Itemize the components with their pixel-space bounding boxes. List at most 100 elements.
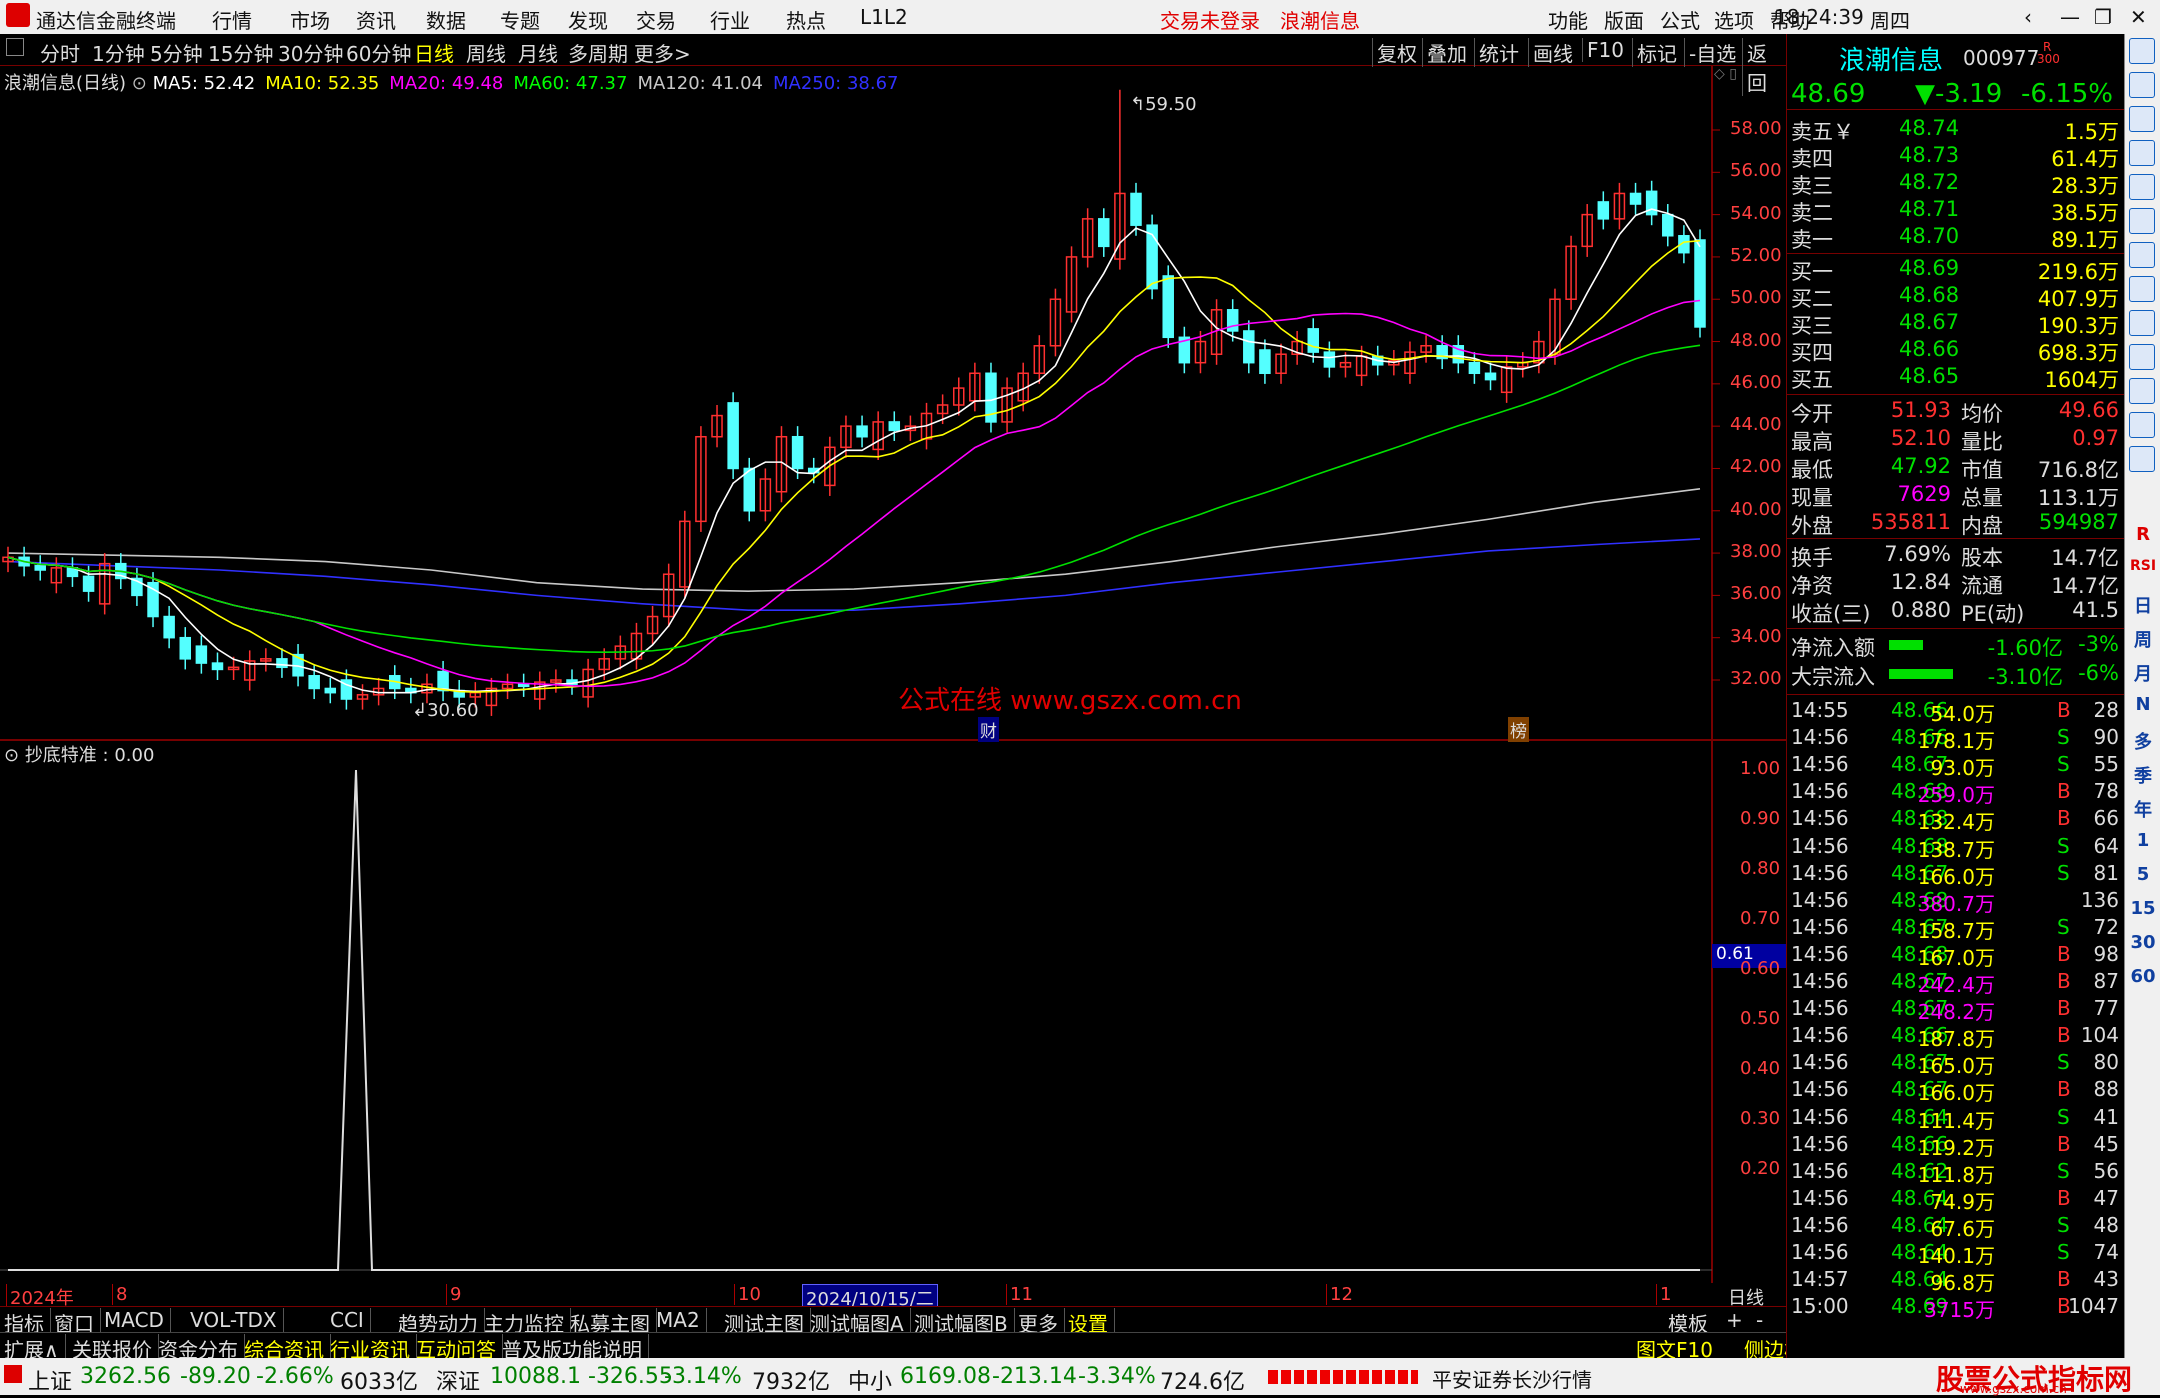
collapse-icon[interactable]: [2129, 38, 2155, 64]
period-8[interactable]: 月线: [518, 38, 558, 67]
menu-6[interactable]: 交易: [636, 5, 676, 34]
fz-icon[interactable]: [2129, 412, 2155, 438]
candles-icon[interactable]: [2129, 242, 2155, 268]
search-icon[interactable]: [2129, 446, 2155, 472]
tool-6[interactable]: -自选: [1684, 38, 1736, 67]
kline-chart[interactable]: [0, 66, 1786, 1283]
period-10[interactable]: 更多>: [634, 38, 691, 67]
menu-3[interactable]: 数据: [426, 5, 466, 34]
menu-0[interactable]: 行情: [212, 5, 252, 34]
right-menu-1[interactable]: 版面: [1604, 5, 1644, 34]
right-menu-3[interactable]: 选项: [1714, 5, 1754, 34]
menu-2[interactable]: 资讯: [356, 5, 396, 34]
right-menu-0[interactable]: 功能: [1548, 5, 1588, 34]
menu-8[interactable]: 热点: [786, 5, 826, 34]
template-btn-1[interactable]: +: [1726, 1308, 1743, 1332]
tick-side: S: [2057, 752, 2070, 777]
index-icon: [4, 1365, 22, 1383]
down-arrow-icon[interactable]: [2129, 106, 2155, 132]
trend-icon[interactable]: [2129, 208, 2155, 234]
menu-4[interactable]: 专题: [500, 5, 540, 34]
back-arrow-icon[interactable]: ‹: [2024, 5, 2032, 29]
indicator-tab-4[interactable]: CCI: [330, 1308, 371, 1332]
period-7[interactable]: 周线: [466, 38, 506, 67]
sell-level-5: 卖五￥ 48.74 1.5万: [1787, 116, 2125, 144]
rank-marker[interactable]: 榜: [1508, 717, 1529, 742]
period-5[interactable]: 60分钟: [346, 38, 411, 67]
indicator-tab-3[interactable]: VOL-TDX: [190, 1308, 284, 1332]
tool-4[interactable]: F10: [1582, 38, 1624, 62]
tick-count: 90: [2093, 725, 2119, 750]
right-menu-2[interactable]: 公式: [1660, 5, 1700, 34]
sh-value: 3262.56: [80, 1364, 171, 1389]
period-2[interactable]: 5分钟: [150, 38, 203, 67]
minimize-icon[interactable]: —: [2060, 5, 2080, 29]
chart-icon[interactable]: [2129, 140, 2155, 166]
list-icon[interactable]: [2129, 174, 2155, 200]
up-arrow-icon[interactable]: [2129, 72, 2155, 98]
sidebar-btn-3[interactable]: 周: [2129, 626, 2157, 652]
sell-level-5-price: 48.74: [1899, 116, 1960, 140]
sh-name[interactable]: 上证: [28, 1364, 72, 1396]
ma60-line: [7, 344, 1701, 654]
candle-body: [179, 636, 192, 660]
sidebar-btn-6[interactable]: 多: [2129, 728, 2157, 754]
period-3[interactable]: 15分钟: [208, 38, 273, 67]
indicator-tab-2[interactable]: MACD: [104, 1308, 171, 1332]
buy-level-4-price: 48.66: [1899, 337, 1960, 361]
sell-level-4-vol: 61.4万: [2051, 147, 2119, 171]
restore-icon[interactable]: ❐: [2094, 5, 2112, 29]
candle-body: [1662, 213, 1674, 237]
sz-name[interactable]: 深证: [436, 1364, 480, 1396]
sidebar-btn-1[interactable]: RSI: [2129, 558, 2157, 574]
period-0[interactable]: 分时: [40, 38, 80, 67]
menu-5[interactable]: 发现: [568, 5, 608, 34]
menu-7[interactable]: 行业: [710, 5, 750, 34]
sidebar-btn-11[interactable]: 15: [2129, 898, 2157, 919]
indicator-tab-8[interactable]: MA2: [656, 1308, 707, 1332]
zx-name[interactable]: 中小: [848, 1364, 892, 1396]
stat-label: 均价: [1961, 402, 2003, 426]
tick-vol: 259.0万: [1917, 783, 1995, 808]
tool-0[interactable]: 复权: [1372, 38, 1417, 67]
stat-label: 流通: [1961, 574, 2003, 598]
close-icon[interactable]: ✕: [2130, 5, 2147, 29]
indicator-toggle-icon[interactable]: ⊙: [4, 745, 25, 766]
collapse-icon[interactable]: [6, 38, 24, 56]
template-btn-2[interactable]: -: [1756, 1308, 1763, 1332]
period-6[interactable]: 日线: [414, 38, 454, 67]
sidebar-btn-7[interactable]: 季: [2129, 762, 2157, 788]
price-tick: 58.00: [1730, 118, 1782, 139]
sell-level-3-label: 卖三: [1791, 174, 1833, 198]
tool-5[interactable]: 标记: [1632, 38, 1677, 67]
chart-tools-icon[interactable]: ◇ ▯: [1714, 66, 1780, 84]
sidebar-btn-12[interactable]: 30: [2129, 932, 2157, 953]
finance-marker[interactable]: 财: [978, 717, 999, 742]
sidebar-btn-13[interactable]: 60: [2129, 966, 2157, 987]
buy-level-4-vol: 698.3万: [2037, 341, 2119, 365]
tool-1[interactable]: 叠加: [1422, 38, 1467, 67]
sidebar-btn-5[interactable]: N: [2129, 694, 2157, 715]
tool-3[interactable]: 画线: [1528, 38, 1573, 67]
stat-row: 净资 12.84 流通 14.7亿: [1787, 570, 2125, 598]
period-4[interactable]: 30分钟: [278, 38, 343, 67]
f10-icon[interactable]: [2129, 310, 2155, 336]
sidebar-btn-9[interactable]: 1: [2129, 830, 2157, 851]
file-icon[interactable]: [2129, 378, 2155, 404]
grid-icon[interactable]: [2129, 276, 2155, 302]
image-icon[interactable]: [2129, 344, 2155, 370]
sidebar-btn-8[interactable]: 年: [2129, 796, 2157, 822]
sidebar-btn-4[interactable]: 月: [2129, 660, 2157, 686]
menu-1[interactable]: 市场: [290, 5, 330, 34]
menu-9[interactable]: L1L2: [860, 5, 908, 29]
period-9[interactable]: 多周期: [568, 38, 628, 67]
sidebar-btn-0[interactable]: R: [2129, 524, 2157, 545]
login-status[interactable]: 交易未登录: [1160, 5, 1260, 34]
flow-row: 净流入额 -1.60亿 -3%: [1787, 632, 2125, 660]
right-sidebar: R RSI 日周月 N 多季年 1 5 15 30 60: [2124, 34, 2160, 1371]
tool-2[interactable]: 统计: [1474, 38, 1519, 67]
sidebar-btn-10[interactable]: 5: [2129, 864, 2157, 885]
ma-toggle-icon[interactable]: ⊙: [132, 73, 153, 94]
sidebar-btn-2[interactable]: 日: [2129, 592, 2157, 618]
period-1[interactable]: 1分钟: [92, 38, 145, 67]
